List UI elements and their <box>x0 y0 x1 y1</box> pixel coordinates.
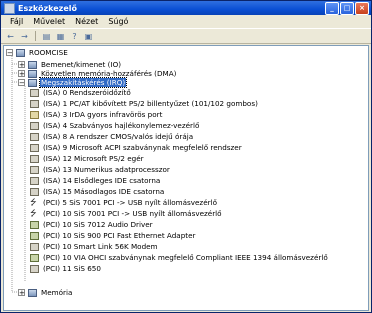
title-bar[interactable]: Eszközkezelő _ □ × <box>1 1 371 15</box>
expand-toggle[interactable]: + <box>18 289 25 297</box>
irq-item-label: (PCI) 10 SiS 7001 PCI -> USB nyílt állom… <box>43 209 222 218</box>
category-irq[interactable]: − Megszakításkérés (IRQ) <box>18 77 128 88</box>
menu-action[interactable]: Művelet <box>28 17 70 26</box>
show-hide-tree-icon[interactable]: ▤ <box>41 31 52 41</box>
system-device-icon <box>30 88 39 97</box>
device-tree[interactable]: − ROOMCISE + Bemenet/kimenet (IO) + Közv… <box>3 45 369 311</box>
irq-item[interactable]: (PCI) 11 SiS 650 <box>30 264 102 273</box>
properties-icon[interactable]: ▦ <box>55 31 66 41</box>
ide-controller-icon <box>30 176 39 185</box>
irq-item[interactable]: (ISA) 8 A rendszer CMOS/valós idejű óráj… <box>30 132 194 141</box>
system-device-icon <box>30 264 39 273</box>
irq-item-label: (ISA) 13 Numerikus adatprocesszor <box>43 165 170 174</box>
irq-item-label: (ISA) 9 Microsoft ACPI szabványnak megfe… <box>43 143 242 152</box>
audio-icon <box>30 220 39 229</box>
irq-item-label: (PCI) 10 VIA OHCI szabványnak megfelelő … <box>43 253 328 262</box>
usb-icon: ⭍ <box>30 208 37 218</box>
irq-item[interactable]: (ISA) 14 Elsődleges IDE csatorna <box>30 176 161 185</box>
modem-icon <box>30 242 39 251</box>
close-button[interactable]: × <box>355 2 369 15</box>
expand-toggle[interactable]: + <box>18 61 25 69</box>
system-device-icon <box>30 132 39 141</box>
mouse-icon <box>30 154 39 163</box>
irq-item[interactable]: (PCI) 10 SiS 900 PCI Fast Ethernet Adapt… <box>30 231 196 240</box>
tree-root[interactable]: − ROOMCISE <box>6 48 69 57</box>
irq-item-label: (PCI) 10 SiS 900 PCI Fast Ethernet Adapt… <box>43 231 196 240</box>
category-label: Bemenet/kimenet (IO) <box>41 60 122 69</box>
irq-item-label: (ISA) 15 Másodlagos IDE csatorna <box>43 187 165 196</box>
category-label: Közvetlen memória-hozzáférés (DMA) <box>41 69 177 78</box>
device-manager-window: Eszközkezelő _ □ × Fájl Művelet Nézet Sú… <box>0 0 372 313</box>
irq-item[interactable]: (ISA) 9 Microsoft ACPI szabványnak megfe… <box>30 143 243 152</box>
irq-item[interactable]: (ISA) 15 Másodlagos IDE csatorna <box>30 187 165 196</box>
irq-item[interactable]: (ISA) 12 Microsoft PS/2 egér <box>30 154 145 163</box>
processor-icon <box>30 165 39 174</box>
irq-item[interactable]: ⭍ (PCI) 10 SiS 7001 PCI -> USB nyílt áll… <box>30 209 223 218</box>
ieee1394-icon <box>30 253 39 262</box>
resource-icon <box>28 60 37 69</box>
infrared-icon <box>30 110 39 119</box>
minimize-button[interactable]: _ <box>325 2 339 15</box>
irq-item-label: (PCI) 11 SiS 650 <box>43 264 101 273</box>
irq-item-label: (PCI) 10 SiS 7012 Audio Driver <box>43 220 153 229</box>
ide-controller-icon <box>30 187 39 196</box>
irq-item[interactable]: (PCI) 10 Smart Link 56K Modem <box>30 242 159 251</box>
category-memory[interactable]: + Memória <box>18 288 73 297</box>
irq-item-label: (ISA) 3 IrDA gyors infravörös port <box>43 110 163 119</box>
toolbar: ← → ▤ ▦ ? ▣ <box>1 28 371 44</box>
irq-item-label: (ISA) 1 PC/AT kibővített PS/2 billentyűz… <box>43 99 258 108</box>
irq-item-label: (PCI) 5 SiS 7001 PCI -> USB nyílt állomá… <box>43 198 217 207</box>
irq-item-label: (PCI) 10 Smart Link 56K Modem <box>43 242 158 251</box>
irq-item[interactable]: (ISA) 0 Rendszeróidőzítő <box>30 88 132 97</box>
network-adapter-icon <box>30 231 39 240</box>
category-io[interactable]: + Bemenet/kimenet (IO) <box>18 60 122 69</box>
irq-item[interactable]: (ISA) 13 Numerikus adatprocesszor <box>30 165 171 174</box>
irq-item-label: (ISA) 12 Microsoft PS/2 egér <box>43 154 144 163</box>
window-title: Eszközkezelő <box>18 3 77 13</box>
device-manager-icon <box>4 2 15 14</box>
floppy-controller-icon <box>30 121 39 130</box>
irq-item[interactable]: (ISA) 4 Szabványos hajlékonylemez-vezérl… <box>30 121 200 130</box>
forward-arrow-icon[interactable]: → <box>19 31 30 41</box>
memory-icon <box>28 288 37 297</box>
category-dma[interactable]: + Közvetlen memória-hozzáférés (DMA) <box>18 69 177 78</box>
resource-icon <box>28 78 37 87</box>
irq-item-label: (ISA) 0 Rendszeróidőzítő <box>43 88 131 97</box>
keyboard-icon <box>30 99 39 108</box>
menu-bar: Fájl Művelet Nézet Súgó <box>1 15 371 28</box>
irq-item[interactable]: ⭍ (PCI) 5 SiS 7001 PCI -> USB nyílt állo… <box>30 198 218 207</box>
back-arrow-icon[interactable]: ← <box>5 31 16 41</box>
system-device-icon <box>30 143 39 152</box>
resource-icon <box>28 69 37 78</box>
menu-file[interactable]: Fájl <box>5 17 28 26</box>
menu-help[interactable]: Súgó <box>103 17 133 26</box>
collapse-toggle[interactable]: − <box>18 79 25 87</box>
help-icon[interactable]: ? <box>69 31 80 41</box>
irq-item[interactable]: (PCI) 10 VIA OHCI szabványnak megfelelő … <box>30 253 329 262</box>
maximize-button[interactable]: □ <box>340 2 354 15</box>
expand-toggle[interactable]: + <box>18 70 25 78</box>
collapse-toggle[interactable]: − <box>6 49 13 57</box>
irq-item-label: (ISA) 14 Elsődleges IDE csatorna <box>43 176 161 185</box>
root-label: ROOMCISE <box>29 48 68 57</box>
irq-item[interactable]: (ISA) 3 IrDA gyors infravörös port <box>30 110 163 119</box>
usb-icon: ⭍ <box>30 197 37 207</box>
irq-item-label: (ISA) 4 Szabványos hajlékonylemez-vezérl… <box>43 121 200 130</box>
view-icon[interactable]: ▣ <box>83 31 94 41</box>
computer-icon <box>16 48 25 57</box>
toolbar-separator <box>35 31 36 41</box>
menu-view[interactable]: Nézet <box>70 17 103 26</box>
irq-item[interactable]: (PCI) 10 SiS 7012 Audio Driver <box>30 220 154 229</box>
irq-item-label: (ISA) 8 A rendszer CMOS/valós idejű óráj… <box>43 132 194 141</box>
irq-item[interactable]: (ISA) 1 PC/AT kibővített PS/2 billentyűz… <box>30 99 259 108</box>
category-label: Memória <box>41 288 73 297</box>
category-label-selected: Megszakításkérés (IRQ) <box>38 77 128 88</box>
